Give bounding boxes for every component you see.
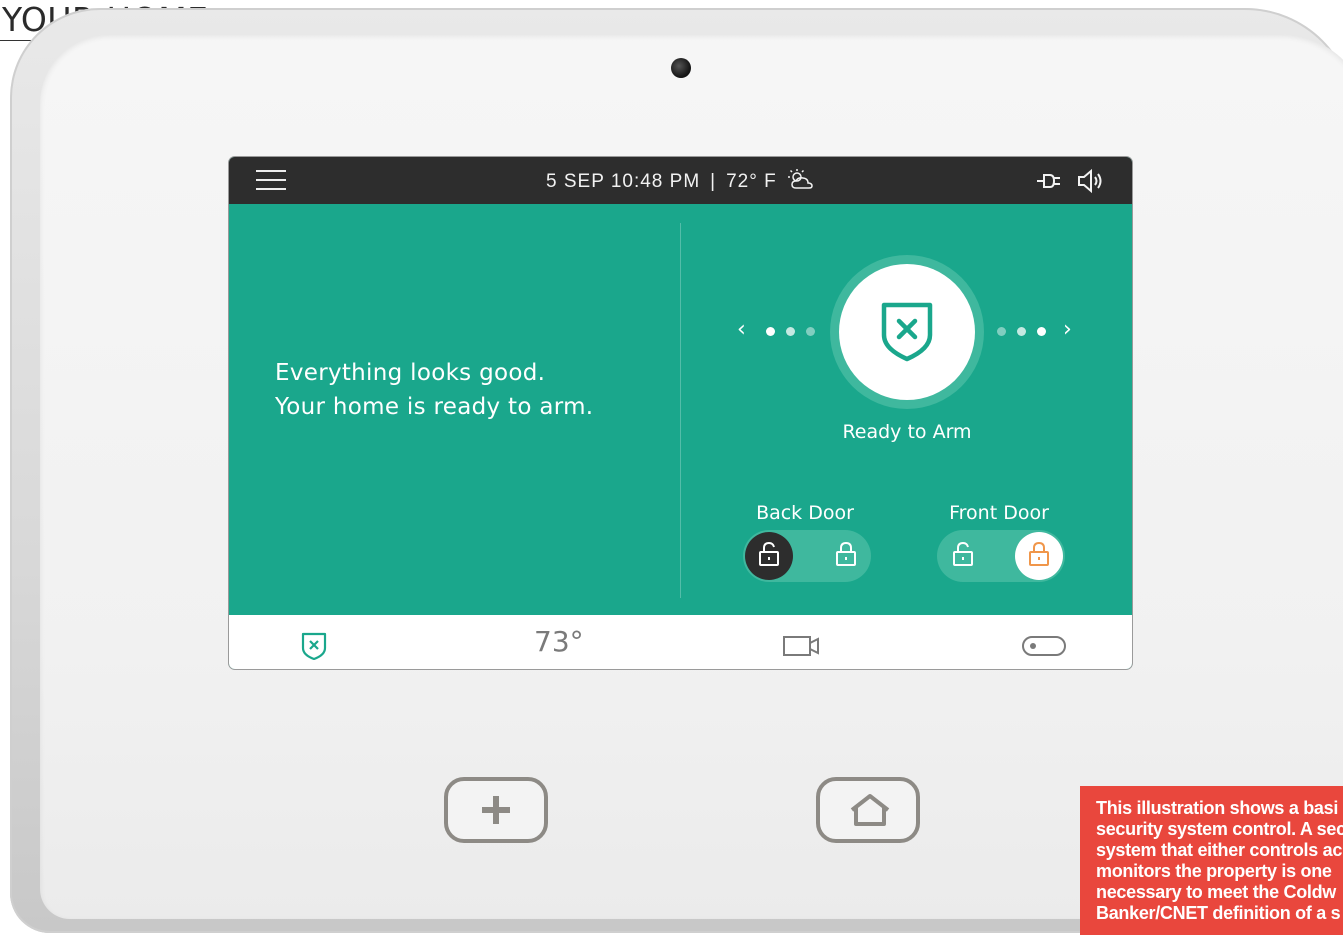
bottom-tab-bar: 73° [229, 615, 1132, 669]
status-bar: 5 SEP 10:48 PM | 72° F [229, 157, 1132, 204]
camera-icon [783, 636, 819, 656]
mode-dot [1037, 327, 1046, 336]
caption-box: This illustration shows a basi security … [1080, 786, 1343, 935]
arm-status-label: Ready to Arm [842, 421, 972, 443]
datetime: 5 SEP 10:48 PM [546, 171, 701, 192]
shield-x-icon [881, 302, 933, 362]
tab-security[interactable] [301, 632, 327, 669]
unlock-icon [953, 541, 973, 566]
mode-dot [806, 327, 815, 336]
front-door-label: Front Door [949, 502, 1049, 524]
plus-icon [482, 796, 510, 824]
status-message: Everything looks good. Your home is read… [275, 356, 593, 424]
next-mode-arrow[interactable]: › [1063, 317, 1072, 342]
separator: | [710, 171, 717, 192]
mode-dot [997, 327, 1006, 336]
caption-line: This illustration shows a basi [1096, 798, 1339, 818]
caption-line: monitors the property is one [1096, 861, 1332, 881]
mode-dot [1017, 327, 1026, 336]
mode-dot [786, 327, 795, 336]
status-info: 5 SEP 10:48 PM | 72° F [229, 169, 1132, 193]
tab-cameras[interactable] [782, 635, 822, 669]
mode-dot [766, 327, 775, 336]
previous-mode-arrow[interactable]: ‹ [737, 317, 746, 342]
lock-icon [836, 541, 856, 566]
status-message-pane: Everything looks good. Your home is read… [229, 204, 681, 615]
touch-screen: 5 SEP 10:48 PM | 72° F Everything looks … [229, 157, 1132, 669]
back-door-label: Back Door [756, 502, 854, 524]
add-button[interactable] [444, 777, 548, 843]
home-button[interactable] [816, 777, 920, 843]
speaker-icon[interactable] [1077, 168, 1105, 194]
back-door-lock-toggle[interactable] [743, 530, 871, 582]
power-plug-icon [1037, 174, 1060, 188]
tab-thermostat[interactable]: 73° [534, 625, 584, 669]
caption-line: security system control. A sec [1096, 819, 1343, 839]
home-icon [850, 794, 890, 826]
caption-line: Banker/CNET definition of a s [1096, 903, 1341, 923]
toggle-switch-icon [1022, 636, 1066, 656]
lock-icon [1029, 541, 1049, 566]
unlock-icon [759, 541, 779, 566]
camera-lens [671, 58, 691, 78]
caption-line: necessary to meet the Coldw [1096, 882, 1336, 902]
pane-divider [680, 223, 681, 598]
caption-line: system that either controls ac [1096, 840, 1343, 860]
message-line-2: Your home is ready to arm. [275, 394, 594, 420]
front-door-lock-toggle[interactable] [937, 530, 1065, 582]
message-line-1: Everything looks good. [275, 360, 546, 386]
weather-partly-cloudy-icon [787, 169, 813, 189]
outdoor-temp: 72° F [726, 171, 777, 192]
tab-devices[interactable] [1021, 635, 1067, 669]
arm-button[interactable] [839, 264, 975, 400]
shield-x-icon [301, 632, 327, 661]
